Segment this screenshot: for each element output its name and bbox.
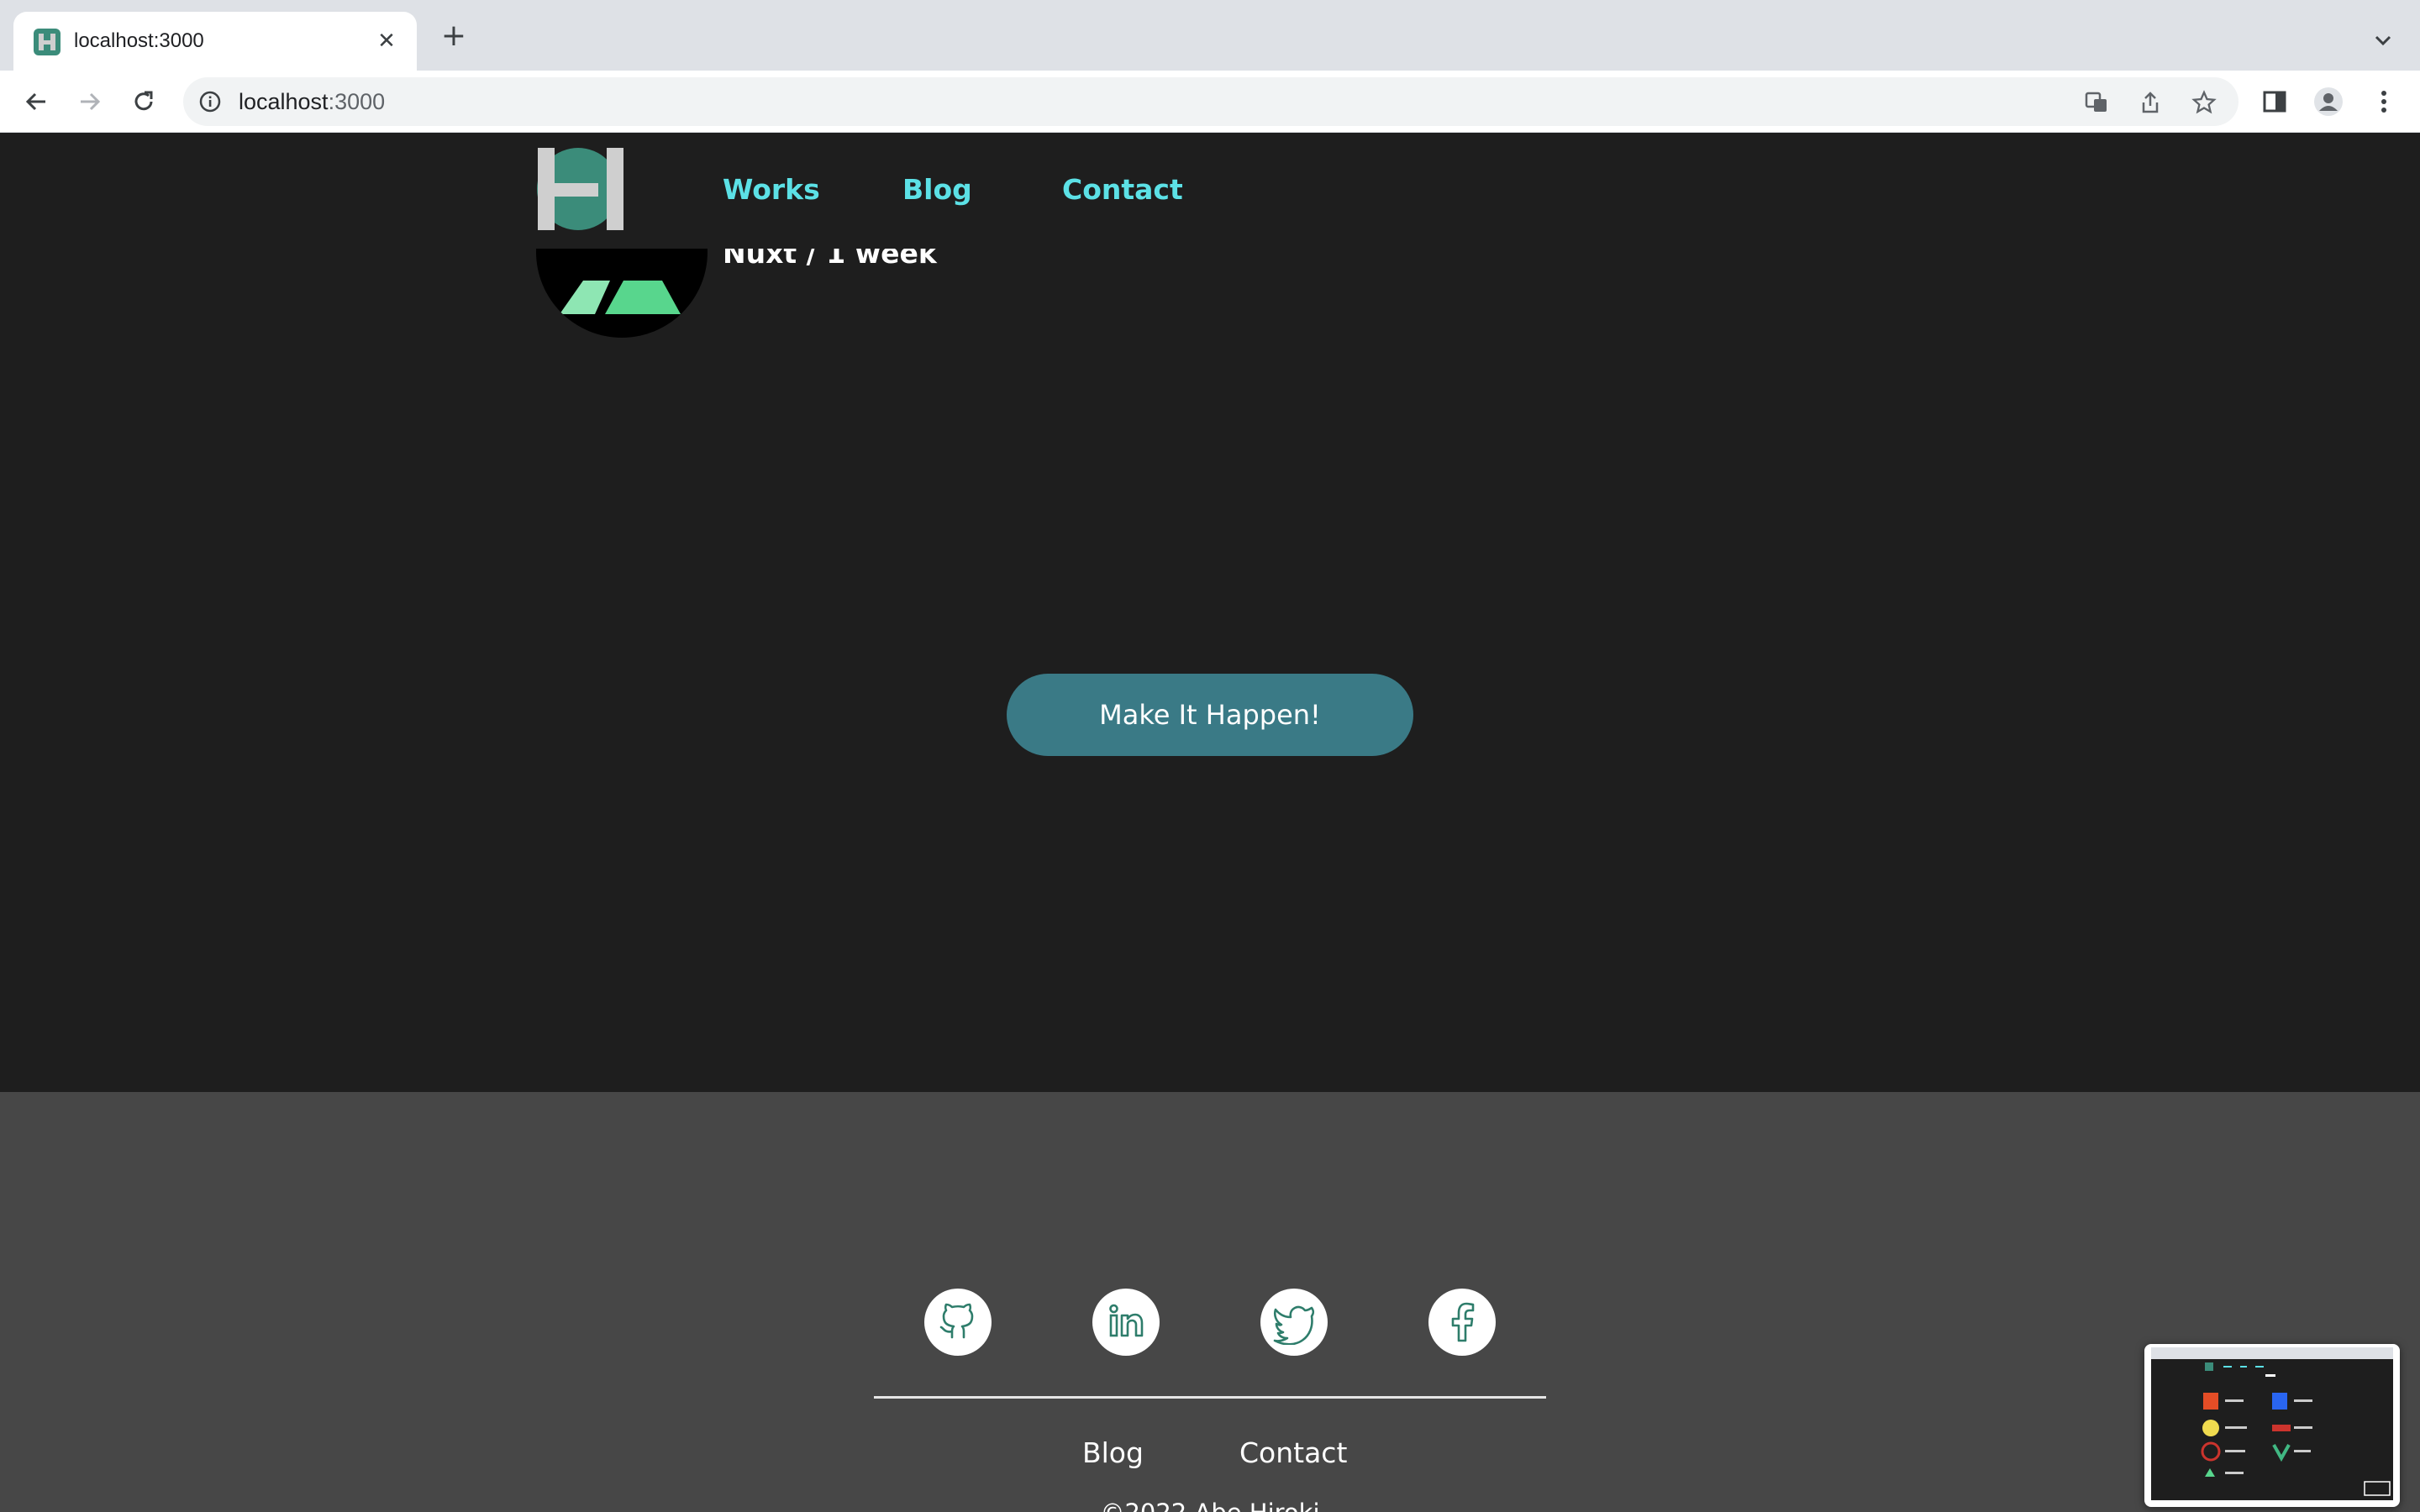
footer-link-blog[interactable]: Blog bbox=[1082, 1436, 1144, 1469]
reload-icon[interactable] bbox=[128, 86, 160, 118]
footer-link-contact[interactable]: Contact bbox=[1239, 1436, 1347, 1469]
site-header: Works Blog Contact bbox=[0, 133, 2420, 249]
tab-close-icon[interactable]: ✕ bbox=[373, 28, 400, 55]
back-arrow-icon[interactable] bbox=[20, 86, 52, 118]
menu-kebab-icon[interactable] bbox=[2368, 86, 2400, 118]
nav-link-contact[interactable]: Contact bbox=[1062, 173, 1183, 206]
tab-search-chevron-icon[interactable] bbox=[2370, 27, 2396, 54]
nav-link-works[interactable]: Works bbox=[723, 173, 820, 206]
linkedin-icon[interactable] bbox=[1092, 1289, 1160, 1356]
site-logo-icon[interactable] bbox=[536, 146, 623, 232]
browser-tab[interactable]: localhost:3000 ✕ bbox=[13, 12, 417, 71]
site-info-icon[interactable] bbox=[198, 90, 222, 113]
forward-arrow-icon[interactable] bbox=[74, 86, 106, 118]
window-preview-thumbnail[interactable] bbox=[2144, 1344, 2400, 1507]
browser-toolbar: localhost:3000 bbox=[0, 71, 2420, 133]
url-port: :3000 bbox=[328, 89, 386, 114]
side-panel-icon[interactable] bbox=[2259, 86, 2291, 118]
tab-title: localhost:3000 bbox=[74, 29, 204, 52]
share-icon[interactable] bbox=[2138, 90, 2163, 115]
copyright-text: ©2022 Abe Hiroki bbox=[0, 1499, 2420, 1512]
page-content: Nuxt / 1 week Works Blog Contact Make It… bbox=[0, 133, 2420, 1512]
new-tab-icon[interactable]: + bbox=[439, 21, 469, 52]
translate-icon[interactable] bbox=[2084, 90, 2109, 115]
url-host: localhost bbox=[239, 89, 329, 114]
make-it-happen-button[interactable]: Make It Happen! bbox=[1007, 674, 1413, 756]
profile-avatar-icon[interactable] bbox=[2312, 86, 2344, 118]
thumbnail-chrome bbox=[2151, 1347, 2393, 1359]
github-icon[interactable] bbox=[924, 1289, 992, 1356]
thumbnail-page bbox=[2151, 1359, 2393, 1500]
nav-link-blog[interactable]: Blog bbox=[902, 173, 972, 206]
facebook-icon[interactable] bbox=[1428, 1289, 1496, 1356]
site-favicon-icon bbox=[34, 29, 60, 55]
bookmark-star-icon[interactable] bbox=[2191, 90, 2217, 115]
twitter-icon[interactable] bbox=[1260, 1289, 1328, 1356]
site-footer: Blog Contact ©2022 Abe Hiroki bbox=[0, 1092, 2420, 1512]
address-bar[interactable]: localhost:3000 bbox=[183, 77, 2238, 126]
browser-tab-strip: localhost:3000 ✕ + bbox=[0, 0, 2420, 71]
address-url: localhost:3000 bbox=[239, 77, 385, 126]
footer-divider bbox=[874, 1396, 1546, 1399]
